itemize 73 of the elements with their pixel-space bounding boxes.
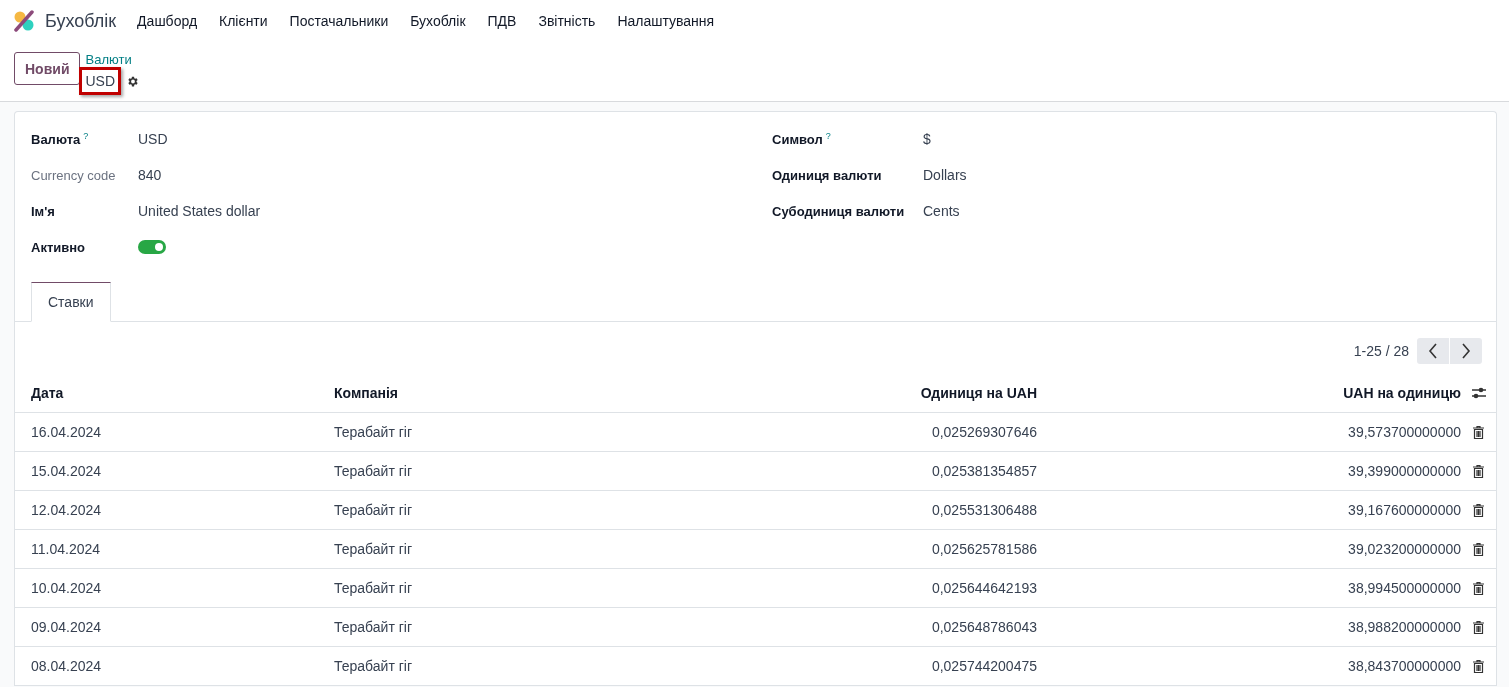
table-cell-text: Терабайт гіг <box>334 463 414 479</box>
tab[interactable]: Ставки <box>31 282 111 322</box>
table-cell-text: 10.04.2024 <box>31 580 103 596</box>
table-cell: 0,025531306488 <box>931 502 1037 518</box>
field-label: Ім'я <box>31 203 56 219</box>
table-cell: 0,025625781586 <box>931 541 1037 557</box>
column-header[interactable]: Дата <box>31 385 334 401</box>
table-cell: 38,988200000000 <box>1348 619 1461 635</box>
table-cell-text: Терабайт гіг <box>334 658 414 674</box>
table-cell-text: 12.04.2024 <box>31 502 103 518</box>
table-cell: 39,023200000000 <box>1348 541 1461 557</box>
table-cell-text: 09.04.2024 <box>31 619 103 635</box>
previous-button[interactable] <box>1417 338 1449 364</box>
delete-icon[interactable] <box>1473 464 1484 478</box>
delete-icon[interactable] <box>1473 542 1484 556</box>
table-cell: 0,025644642193 <box>931 580 1037 596</box>
delete-icon[interactable] <box>1473 620 1484 634</box>
menu-item[interactable]: Постачальники <box>289 13 389 29</box>
table-cell-text: Терабайт гіг <box>334 424 414 440</box>
table-cell: 0,025648786043 <box>931 619 1037 635</box>
menu-item[interactable]: Налаштування <box>617 13 715 29</box>
field-value: 840 <box>138 167 162 183</box>
logo-icon[interactable] <box>13 10 35 32</box>
table-cell-text: 15.04.2024 <box>31 463 103 479</box>
menu-item[interactable]: Бухоблік <box>410 13 466 29</box>
table-cell: 39,399000000000 <box>1348 463 1461 479</box>
delete-icon[interactable] <box>1473 581 1484 595</box>
table-cell-text: Терабайт гіг <box>334 619 414 635</box>
field-label: Активно <box>31 239 87 255</box>
menu-item[interactable]: Клієнти <box>219 13 268 29</box>
table-cell-text: 16.04.2024 <box>31 424 103 440</box>
column-header[interactable]: Компанія <box>334 385 900 401</box>
field-value: United States dollar <box>138 203 261 219</box>
breadcrumb-current: USD <box>79 67 122 95</box>
table-cell-text: 11.04.2024 <box>31 541 102 557</box>
table-cell-text: Терабайт гіг <box>334 541 414 557</box>
menu-item[interactable]: Дашборд <box>137 13 198 29</box>
field-label: Одиниця валюти <box>772 167 883 183</box>
table-cell: 39,167600000000 <box>1348 502 1461 518</box>
table-cell-text: Терабайт гіг <box>334 502 414 518</box>
table-cell-text: 08.04.2024 <box>31 658 103 674</box>
menu-item[interactable]: ПДВ <box>487 13 517 29</box>
field-value: USD <box>138 131 168 147</box>
table-cell: 38,843700000000 <box>1348 658 1461 674</box>
table-cell: 0,025269307646 <box>931 424 1037 440</box>
chevron-left-icon <box>1428 343 1438 359</box>
new-button[interactable]: Новий <box>14 52 81 85</box>
toggle-switch[interactable] <box>138 240 166 254</box>
column-header[interactable]: Одиниця на UAH <box>920 385 1037 401</box>
pager-text: 1-25 / 28 <box>1353 343 1409 359</box>
menu-item[interactable]: Звітність <box>538 13 596 29</box>
table-cell: 39,573700000000 <box>1348 424 1461 440</box>
delete-icon[interactable] <box>1473 425 1484 439</box>
table-cell: 0,025381354857 <box>931 463 1037 479</box>
table-cell-text: Терабайт гіг <box>334 580 414 596</box>
settings-icon[interactable] <box>126 74 140 88</box>
app-name[interactable]: Бухоблік <box>45 10 117 32</box>
table-cell: 38,994500000000 <box>1348 580 1461 596</box>
field-value: $ <box>923 131 931 147</box>
table-cell: 0,025744200475 <box>931 658 1037 674</box>
field-label: Символ $^{?}$ <box>772 130 832 148</box>
chevron-right-icon <box>1461 343 1471 359</box>
breadcrumb-link[interactable]: Валюти <box>85 52 140 67</box>
field-value: Cents <box>923 203 960 219</box>
delete-icon[interactable] <box>1473 659 1484 673</box>
column-header[interactable]: UAH на одиницю <box>1343 385 1461 401</box>
field-label: Субодиниця валюти <box>772 203 906 219</box>
next-button[interactable] <box>1450 338 1482 364</box>
field-value: Dollars <box>923 167 967 183</box>
field-label: Валюта $^{?}$ <box>31 130 90 148</box>
column-settings-icon[interactable] <box>1470 386 1487 400</box>
field-label: Currency code <box>31 167 117 183</box>
delete-icon[interactable] <box>1473 503 1484 517</box>
